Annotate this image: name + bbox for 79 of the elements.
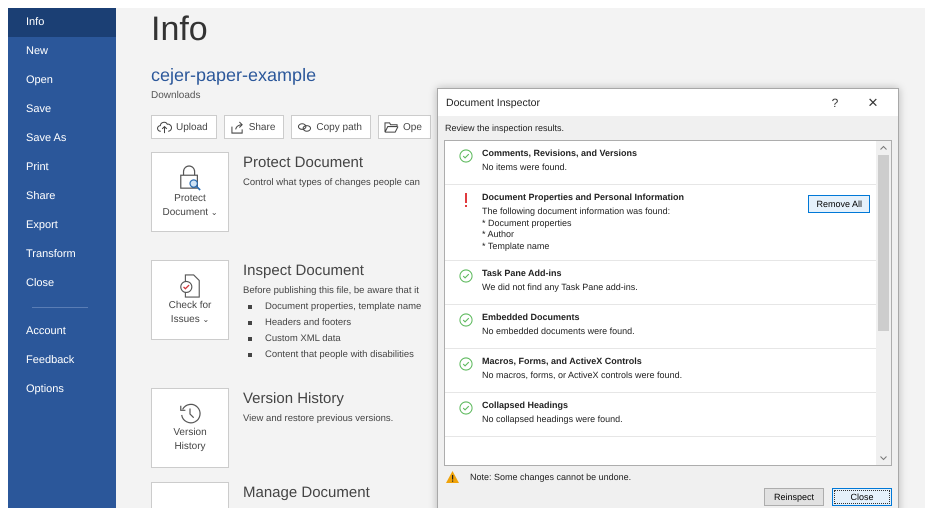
section-title: Manage Document: [243, 484, 370, 501]
sidebar-item[interactable]: Print: [8, 153, 116, 182]
check-circle-icon: [458, 357, 472, 371]
link-icon: [297, 120, 312, 134]
sidebar-item[interactable]: Close: [8, 269, 116, 298]
result-text: * Template name: [482, 240, 550, 252]
action-button[interactable]: Share: [224, 115, 284, 139]
dialog-button[interactable]: Close: [832, 488, 892, 506]
bullet-icon: [248, 336, 252, 340]
check-circle-icon: [458, 149, 472, 163]
file-name: cejer-paper-example: [151, 65, 318, 86]
folder-icon: [384, 120, 399, 134]
action-button[interactable]: Copy path: [291, 115, 371, 139]
section-button[interactable]: Version History: [151, 388, 229, 468]
warning-icon: [445, 470, 460, 484]
bullet-text: Document properties, template name: [265, 301, 422, 312]
result-text: * Document properties: [482, 218, 573, 229]
sidebar-item[interactable]: Options: [8, 375, 116, 404]
result-title: Task Pane Add-ins: [482, 268, 563, 278]
dialog-title: Document Inspector: [446, 96, 541, 108]
lock-search-icon: [178, 164, 202, 192]
help-button[interactable]: ?: [816, 94, 854, 110]
note-text: Note: Some changes cannot be undone.: [470, 472, 632, 482]
result-text: No collapsed headings were found.: [482, 414, 624, 426]
sidebar-item[interactable]: Open: [8, 66, 116, 95]
exclamation-icon: [464, 193, 468, 208]
sidebar-item[interactable]: Save: [8, 95, 116, 124]
bullet-text: Custom XML data: [265, 333, 341, 344]
result-title: Collapsed Headings: [482, 400, 570, 410]
clock-history-icon: [178, 402, 202, 426]
action-button[interactable]: Upload: [151, 115, 217, 139]
document-check-icon: [178, 273, 202, 299]
result-text: No items were found.: [482, 162, 568, 174]
result-text: No macros, forms, or ActiveX controls were found.: [482, 370, 684, 382]
scrollbar-thumb[interactable]: [878, 155, 889, 331]
section-description: Before publishing this file, be aware that it: [243, 285, 420, 296]
scrollbar[interactable]: [876, 141, 891, 465]
section-description: Control what types of changes people can: [243, 177, 420, 188]
result-title: Document Properties and Personal Information: [482, 192, 686, 202]
section-button[interactable]: Protect Document ⌄: [151, 152, 229, 232]
section-title: Version History: [243, 390, 345, 407]
dialog-button[interactable]: Reinspect: [764, 488, 824, 506]
section-title: Inspect Document: [243, 262, 365, 279]
bullet-icon: [248, 352, 252, 356]
sidebar-item[interactable]: Share: [8, 182, 116, 211]
result-title: Macros, Forms, and ActiveX Controls: [482, 356, 643, 366]
result-text: The following document information was found:: [482, 206, 672, 218]
sidebar-item[interactable]: Save As: [8, 124, 116, 153]
result-text: No embedded documents were found.: [482, 326, 636, 338]
remove-all-button[interactable]: Remove All: [808, 195, 870, 213]
share-icon: [230, 120, 245, 134]
check-circle-icon: [458, 269, 472, 283]
action-button[interactable]: Ope: [378, 115, 431, 139]
scroll-up-icon[interactable]: [880, 145, 887, 150]
scroll-down-icon[interactable]: [880, 456, 887, 461]
sidebar-item[interactable]: Info: [8, 8, 116, 37]
bullet-icon: [248, 320, 252, 324]
file-location: Downloads: [151, 90, 202, 101]
result-text: We did not find any Task Pane add-ins.: [482, 282, 639, 294]
sidebar-item[interactable]: Account: [8, 317, 116, 346]
page-title: Info: [151, 9, 209, 50]
section-button[interactable]: Check for Issues ⌄: [151, 260, 229, 340]
sidebar-item[interactable]: Export: [8, 211, 116, 240]
bullet-icon: [248, 304, 252, 308]
check-circle-icon: [458, 401, 472, 415]
cloud-upload-icon: [157, 120, 172, 134]
dialog-instruction: Review the inspection results.: [444, 122, 566, 135]
sidebar-item[interactable]: Transform: [8, 240, 116, 269]
bullet-text: Content that people with disabilities: [265, 349, 414, 360]
check-circle-icon: [458, 313, 472, 327]
section-title: Protect Document: [243, 154, 364, 171]
sidebar-item[interactable]: Feedback: [8, 346, 116, 375]
close-button[interactable]: ×: [854, 92, 892, 114]
result-title: Embedded Documents: [482, 312, 581, 322]
result-title: Comments, Revisions, and Versions: [482, 148, 638, 158]
bullet-text: Headers and footers: [265, 317, 352, 328]
section-description: View and restore previous versions.: [243, 413, 394, 424]
result-text: * Author: [482, 229, 516, 240]
sidebar-item[interactable]: New: [8, 37, 116, 66]
